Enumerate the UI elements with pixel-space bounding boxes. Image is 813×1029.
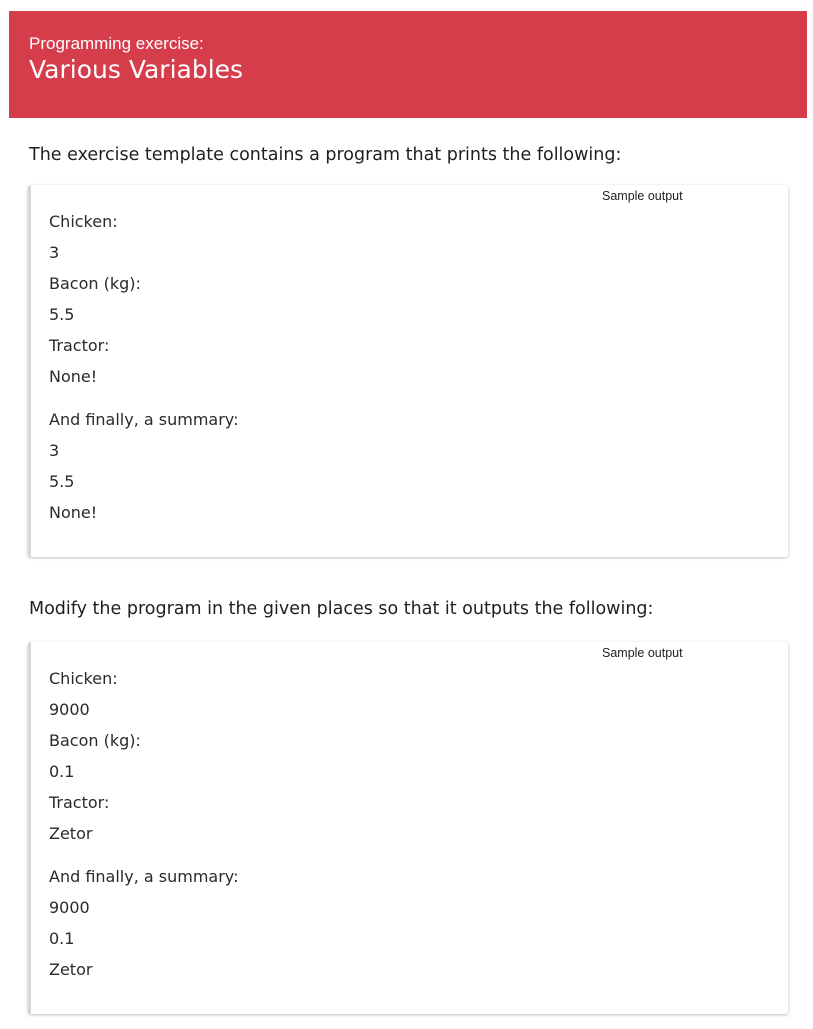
output-line: Chicken: bbox=[49, 212, 118, 231]
sample-output-label: Sample output bbox=[602, 646, 683, 660]
output-line: 5.5 bbox=[49, 305, 75, 324]
output-line: 3 bbox=[49, 243, 60, 262]
exercise-title: Various Variables bbox=[29, 55, 244, 84]
output-line: Bacon (kg): bbox=[49, 274, 141, 293]
output-line: Chicken: bbox=[49, 669, 118, 688]
sample-output-box-1: Sample output Chicken: 3 Bacon (kg): 5.5… bbox=[28, 185, 788, 557]
output-blank-line bbox=[49, 849, 239, 861]
output-line: None! bbox=[49, 367, 98, 386]
output-line: And finally, a summary: bbox=[49, 867, 239, 886]
exercise-header: Programming exercise: Various Variables bbox=[9, 11, 807, 118]
output-line: 9000 bbox=[49, 898, 90, 917]
output-line: 0.1 bbox=[49, 762, 75, 781]
sample-output-text: Chicken: 9000 Bacon (kg): 0.1 Tractor: Z… bbox=[49, 663, 239, 985]
output-line: Tractor: bbox=[49, 793, 110, 812]
intro-paragraph: The exercise template contains a program… bbox=[29, 145, 622, 165]
output-line: 0.1 bbox=[49, 929, 75, 948]
exercise-type-label: Programming exercise: bbox=[29, 34, 204, 53]
output-blank-line bbox=[49, 392, 239, 404]
sample-output-label: Sample output bbox=[602, 189, 683, 203]
output-line: 5.5 bbox=[49, 472, 75, 491]
output-line: Zetor bbox=[49, 960, 93, 979]
output-line: None! bbox=[49, 503, 98, 522]
sample-output-box-2: Sample output Chicken: 9000 Bacon (kg): … bbox=[28, 642, 788, 1014]
output-line: 3 bbox=[49, 441, 60, 460]
modify-paragraph: Modify the program in the given places s… bbox=[29, 599, 654, 619]
output-line: Zetor bbox=[49, 824, 93, 843]
sample-output-text: Chicken: 3 Bacon (kg): 5.5 Tractor: None… bbox=[49, 206, 239, 528]
output-line: Tractor: bbox=[49, 336, 110, 355]
output-line: 9000 bbox=[49, 700, 90, 719]
output-line: Bacon (kg): bbox=[49, 731, 141, 750]
output-line: And finally, a summary: bbox=[49, 410, 239, 429]
